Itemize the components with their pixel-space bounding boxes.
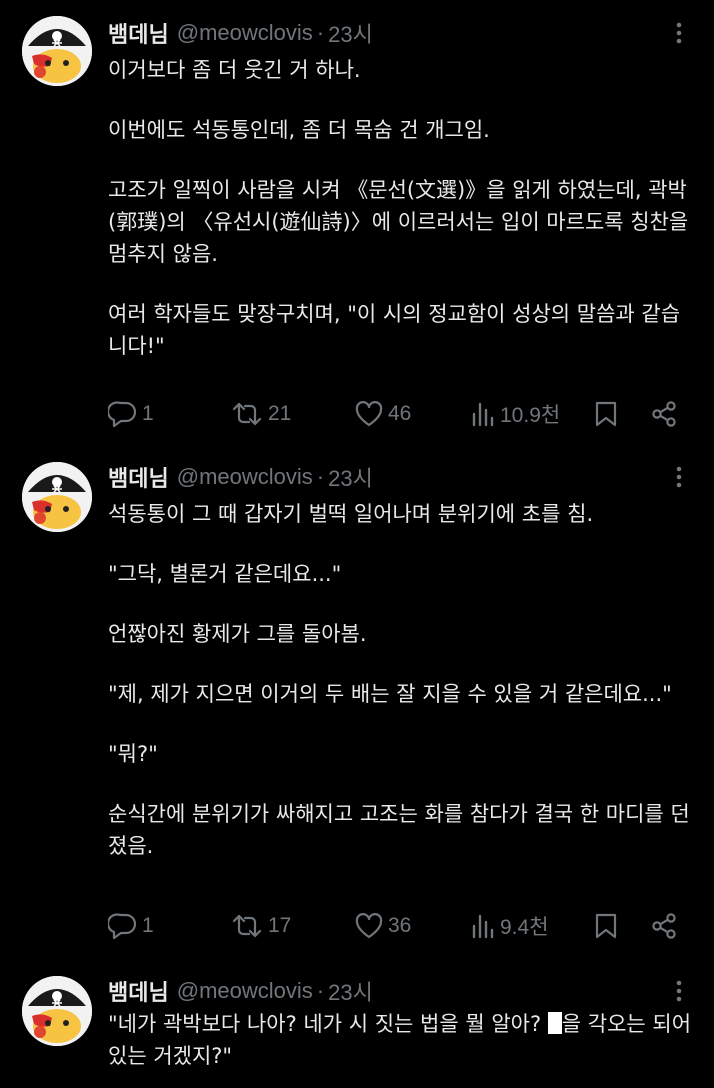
more-icon[interactable] bbox=[666, 974, 692, 1008]
tweet-paragraph: 순식간에 분위기가 싸해지고 고조는 화를 참다가 결국 한 마디를 던졌음. bbox=[108, 802, 690, 858]
avatar[interactable] bbox=[22, 16, 92, 86]
avatar[interactable] bbox=[22, 976, 92, 1046]
tweet[interactable]: 뱀데님 @meowclovis · 23시 "네가 곽박보다 나아? 네가 시 … bbox=[0, 964, 714, 1088]
retweet-button[interactable]: 21 bbox=[230, 394, 291, 434]
view-count: 10.9천 bbox=[500, 404, 561, 427]
tweet-paragraph: "네가 곽박보다 나아? 네가 시 짓는 법을 뭘 알아? 을 각오는 되어 있… bbox=[108, 1008, 698, 1072]
timestamp[interactable]: 23시 bbox=[328, 461, 373, 493]
share-icon bbox=[652, 913, 676, 939]
like-count: 46 bbox=[388, 402, 412, 425]
tweet-text: 석동통이 그 때 갑자기 벌떡 일어나며 분위기에 초를 침. "그닥, 별론거… bbox=[108, 498, 698, 862]
views-button[interactable]: 9.4천 bbox=[470, 906, 549, 946]
views-icon bbox=[472, 402, 494, 427]
tweet-paragraph: 석동통이 그 때 갑자기 벌떡 일어나며 분위기에 초를 침. bbox=[108, 502, 594, 526]
more-icon[interactable] bbox=[666, 460, 692, 494]
tweet-header: 뱀데님 @meowclovis · 23시 bbox=[108, 460, 373, 494]
reply-count: 1 bbox=[142, 914, 154, 937]
share-button[interactable] bbox=[650, 394, 678, 434]
share-icon bbox=[652, 401, 676, 427]
tweet-paragraph: "제, 제가 지으면 이거의 두 배는 잘 지을 수 있을 거 같은데요..." bbox=[108, 682, 672, 706]
retweet-count: 17 bbox=[268, 914, 292, 937]
reply-icon bbox=[108, 913, 137, 940]
bookmark-icon bbox=[595, 913, 617, 939]
reply-icon bbox=[108, 401, 137, 428]
tweet-paragraph: 이번에도 석동통인데, 좀 더 목숨 건 개그임. bbox=[108, 118, 490, 142]
paragraph-text-before-redaction: "네가 곽박보다 나아? 네가 시 짓는 법을 뭘 알아? bbox=[108, 1012, 548, 1036]
view-count: 9.4천 bbox=[500, 916, 549, 939]
separator-dot: · bbox=[316, 20, 325, 45]
tweet-text: "네가 곽박보다 나아? 네가 시 짓는 법을 뭘 알아? 을 각오는 되어 있… bbox=[108, 1008, 698, 1072]
tweet-paragraph: "그닥, 별론거 같은데요..." bbox=[108, 562, 342, 586]
tweet-header: 뱀데님 @meowclovis · 23시 bbox=[108, 16, 373, 50]
author-handle[interactable]: @meowclovis bbox=[177, 20, 313, 46]
like-button[interactable]: 46 bbox=[354, 394, 411, 434]
more-icon[interactable] bbox=[666, 16, 692, 50]
tweet-header: 뱀데님 @meowclovis · 23시 bbox=[108, 974, 373, 1008]
share-button[interactable] bbox=[650, 906, 678, 946]
timestamp[interactable]: 23시 bbox=[328, 975, 373, 1007]
like-icon bbox=[355, 401, 383, 427]
views-icon bbox=[472, 914, 494, 939]
retweet-button[interactable]: 17 bbox=[230, 906, 291, 946]
reply-count: 1 bbox=[142, 402, 154, 425]
retweet-count: 21 bbox=[268, 402, 292, 425]
redaction-mark bbox=[547, 1012, 562, 1034]
tweet-paragraph: 이거보다 좀 더 웃긴 거 하나. bbox=[108, 58, 361, 82]
tweet-paragraph: "뭐?" bbox=[108, 742, 158, 766]
author-handle[interactable]: @meowclovis bbox=[177, 978, 313, 1004]
reply-button[interactable]: 1 bbox=[108, 906, 154, 946]
bookmark-icon bbox=[595, 401, 617, 427]
tweet-paragraph: 고조가 일찍이 사람을 시켜 《문선(文選)》을 읽게 하였는데, 곽박(郭璞)… bbox=[108, 178, 689, 266]
tweet-actions: 1 17 36 9.4천 bbox=[108, 906, 688, 946]
timestamp[interactable]: 23시 bbox=[328, 17, 373, 49]
bookmark-button[interactable] bbox=[594, 394, 618, 434]
like-count: 36 bbox=[388, 914, 412, 937]
author-name[interactable]: 뱀데님 bbox=[108, 461, 169, 493]
retweet-icon bbox=[232, 914, 262, 938]
reply-button[interactable]: 1 bbox=[108, 394, 154, 434]
retweet-icon bbox=[232, 402, 262, 426]
tweet[interactable]: 뱀데님 @meowclovis · 23시 석동통이 그 때 갑자기 벌떡 일어… bbox=[0, 456, 714, 964]
separator-dot: · bbox=[316, 464, 325, 489]
author-handle[interactable]: @meowclovis bbox=[177, 464, 313, 490]
tweet-actions: 1 21 46 10.9천 bbox=[108, 394, 688, 434]
tweet[interactable]: 뱀데님 @meowclovis · 23시 이거보다 좀 더 웃긴 거 하나. … bbox=[0, 0, 714, 456]
tweet-paragraph: 여러 학자들도 맞장구치며, "이 시의 정교함이 성상의 말씀과 같습니다!" bbox=[108, 302, 681, 358]
tweet-text: 이거보다 좀 더 웃긴 거 하나. 이번에도 석동통인데, 좀 더 목숨 건 개… bbox=[108, 54, 698, 362]
views-button[interactable]: 10.9천 bbox=[470, 394, 560, 434]
like-icon bbox=[355, 913, 383, 939]
like-button[interactable]: 36 bbox=[354, 906, 411, 946]
tweet-paragraph: 언짢아진 황제가 그를 돌아봄. bbox=[108, 622, 367, 646]
separator-dot: · bbox=[316, 978, 325, 1003]
avatar[interactable] bbox=[22, 462, 92, 532]
bookmark-button[interactable] bbox=[594, 906, 618, 946]
author-name[interactable]: 뱀데님 bbox=[108, 975, 169, 1007]
author-name[interactable]: 뱀데님 bbox=[108, 17, 169, 49]
